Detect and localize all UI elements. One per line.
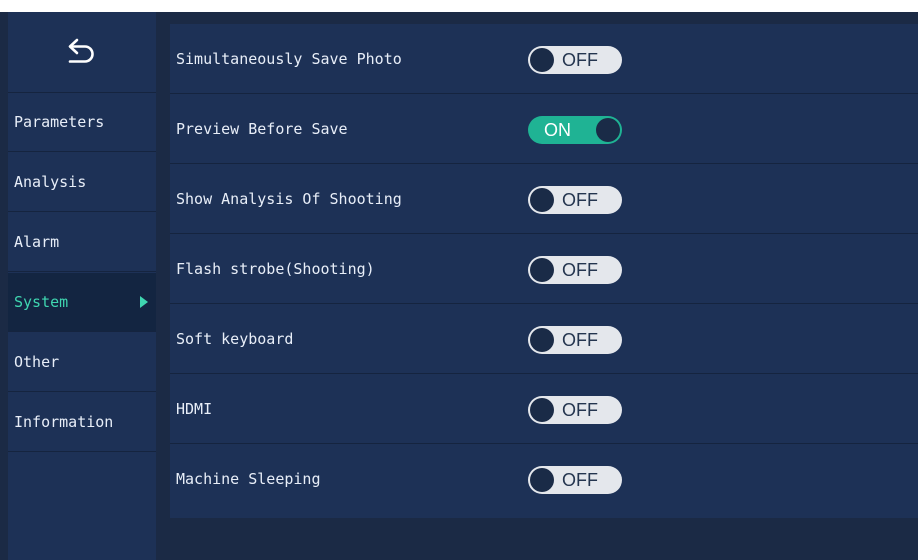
setting-label: HDMI xyxy=(176,400,213,418)
setting-label: Flash strobe(Shooting) xyxy=(176,260,375,278)
toggle-state: OFF xyxy=(562,190,598,210)
screen: Parameters Analysis Alarm System Other I… xyxy=(0,12,918,560)
toggle-knob xyxy=(530,258,554,282)
simultaneously-save-photo-toggle[interactable]: OFF xyxy=(528,46,622,74)
setting-label: Machine Sleeping xyxy=(176,470,321,488)
sidebar-item-alarm[interactable]: Alarm xyxy=(8,213,156,272)
toggle-state: OFF xyxy=(562,470,598,490)
toggle-state: OFF xyxy=(562,330,598,350)
settings-panel: Simultaneously Save Photo OFF Preview Be… xyxy=(170,24,918,518)
toggle-knob xyxy=(530,328,554,352)
sidebar-item-label: Analysis xyxy=(14,173,87,191)
setting-label: Simultaneously Save Photo xyxy=(176,50,402,68)
toggle-state: OFF xyxy=(562,50,598,70)
toggle-state: ON xyxy=(544,120,571,140)
toggle-state: OFF xyxy=(562,260,598,280)
setting-label: Soft keyboard xyxy=(176,330,294,348)
sidebar-item-analysis[interactable]: Analysis xyxy=(8,153,156,212)
setting-row: Simultaneously Save Photo OFF xyxy=(170,24,918,94)
setting-label: Show Analysis Of Shooting xyxy=(176,190,402,208)
sidebar-item-other[interactable]: Other xyxy=(8,333,156,392)
flash-strobe-toggle[interactable]: OFF xyxy=(528,256,622,284)
hdmi-toggle[interactable]: OFF xyxy=(528,396,622,424)
sidebar-item-label: Alarm xyxy=(14,233,60,251)
setting-row: Flash strobe(Shooting) OFF xyxy=(170,234,918,304)
toggle-knob xyxy=(530,48,554,72)
sidebar-item-label: Information xyxy=(14,413,114,431)
toggle-knob xyxy=(530,468,554,492)
preview-before-save-toggle[interactable]: ON xyxy=(528,116,622,144)
sidebar-item-information[interactable]: Information xyxy=(8,393,156,452)
toggle-knob xyxy=(530,188,554,212)
setting-row: HDMI OFF xyxy=(170,374,918,444)
sidebar-item-label: Parameters xyxy=(14,113,105,131)
setting-row: Machine Sleeping OFF xyxy=(170,444,918,514)
sidebar-item-label: Other xyxy=(14,353,60,371)
setting-row: Show Analysis Of Shooting OFF xyxy=(170,164,918,234)
back-button[interactable] xyxy=(8,12,156,93)
sidebar-item-parameters[interactable]: Parameters xyxy=(8,93,156,152)
setting-label: Preview Before Save xyxy=(176,120,348,138)
setting-row: Preview Before Save ON xyxy=(170,94,918,164)
machine-sleeping-toggle[interactable]: OFF xyxy=(528,466,622,494)
toggle-knob xyxy=(530,398,554,422)
toggle-knob xyxy=(596,118,620,142)
toggle-state: OFF xyxy=(562,400,598,420)
sidebar-item-system[interactable]: System xyxy=(8,273,156,332)
back-arrow-icon xyxy=(68,38,94,63)
sidebar: Parameters Analysis Alarm System Other I… xyxy=(8,12,156,560)
soft-keyboard-toggle[interactable]: OFF xyxy=(528,326,622,354)
triangle-right-icon xyxy=(140,296,148,308)
sidebar-item-label: System xyxy=(14,293,69,311)
setting-row: Soft keyboard OFF xyxy=(170,304,918,374)
show-analysis-of-shooting-toggle[interactable]: OFF xyxy=(528,186,622,214)
